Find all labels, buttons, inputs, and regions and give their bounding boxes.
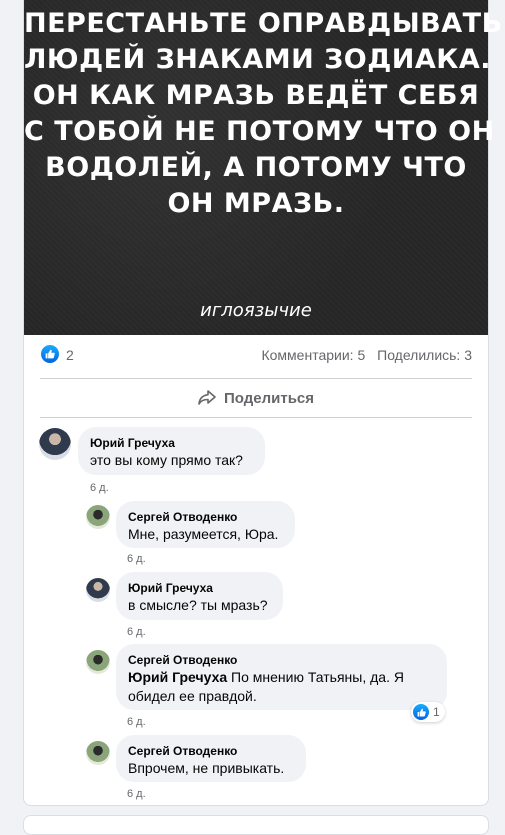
share-button[interactable]: Поделиться [24, 381, 488, 415]
share-label: Поделиться [223, 389, 315, 407]
comment-text: это вы кому прямо так? [90, 452, 243, 468]
meme-text-line: ЛЮДЕЙ ЗНАКАМИ ЗОДИАКА. [24, 44, 492, 75]
comment-author[interactable]: Юрий Гречуха [90, 435, 253, 451]
avatar[interactable] [39, 428, 71, 460]
avatar[interactable] [86, 578, 110, 602]
avatar[interactable] [86, 741, 110, 765]
comments-count[interactable]: Комментарии: 5 [261, 347, 365, 363]
like-reaction-icon[interactable] [41, 345, 59, 363]
meme-text-line: С ТОБОЙ НЕ ПОТОМУ ЧТО ОН [24, 116, 495, 147]
comment-bubble: Сергей Отводенко Впрочем, не привыкать. [116, 735, 306, 782]
image-watermark: иглоязычие [200, 300, 312, 321]
meme-text-line: ВОДОЛЕЙ, А ПОТОМУ ЧТО [45, 152, 467, 183]
avatar[interactable] [86, 650, 110, 674]
shares-count[interactable]: Поделились: 3 [377, 347, 472, 363]
like-count[interactable]: 2 [66, 347, 74, 363]
meme-text-line: ОН МРАЗЬ. [167, 188, 345, 219]
post-card: ПЕРЕСТАНЬТЕ ОПРАВДЫВАТЬ ЛЮДЕЙ ЗНАКАМИ ЗО… [23, 0, 503, 806]
avatar[interactable] [86, 505, 110, 529]
meme-text-line: ПЕРЕСТАНЬТЕ ОПРАВДЫВАТЬ [24, 8, 503, 39]
comment-author[interactable]: Сергей Отводенко [128, 743, 294, 759]
divider [40, 378, 472, 379]
meme-text-line: ОН КАК МРАЗЬ ВЕДЁТ СЕБЯ [32, 80, 480, 111]
comment-time[interactable]: 6 д. [90, 482, 109, 494]
like-reaction-icon [413, 704, 429, 720]
comment-author[interactable]: Юрий Гречуха [128, 580, 271, 596]
comment-time[interactable]: 6 д. [127, 788, 146, 800]
comment-bubble: Сергей Отводенко Юрий Гречуха По мнению … [116, 644, 447, 710]
divider [40, 417, 472, 418]
comment-bubble: Юрий Гречуха в смысле? ты мразь? [116, 572, 283, 620]
comment-author[interactable]: Сергей Отводенко [128, 652, 435, 668]
comment-time[interactable]: 6 д. [127, 716, 146, 728]
stats-right: Комментарии: 5 Поделились: 3 [253, 347, 472, 363]
post-stats: 2 Комментарии: 5 Поделились: 3 [24, 335, 488, 377]
next-post-card [23, 815, 489, 835]
comment-bubble: Сергей Отводенко Мне, разумеется, Юра. [116, 501, 295, 548]
comment-mention[interactable]: Юрий Гречуха [128, 669, 227, 685]
comment-text: Впрочем, не привыкать. [128, 760, 285, 776]
post-image[interactable]: ПЕРЕСТАНЬТЕ ОПРАВДЫВАТЬ ЛЮДЕЙ ЗНАКАМИ ЗО… [24, 0, 503, 335]
comment-author[interactable]: Сергей Отводенко [128, 509, 283, 525]
reaction-count: 1 [433, 705, 440, 719]
share-icon [198, 390, 216, 405]
comment-time[interactable]: 6 д. [127, 553, 146, 565]
comment-bubble: Юрий Гречуха это вы кому прямо так? [78, 427, 265, 475]
comment-time[interactable]: 6 д. [127, 626, 146, 638]
comment-text: Мне, разумеется, Юра. [128, 526, 279, 542]
comment-reactions[interactable]: 1 [411, 702, 445, 722]
comment-text: в смысле? ты мразь? [128, 597, 268, 613]
comment-text: Юрий Гречуха По мнению Татьяны, да. Я об… [128, 668, 435, 706]
